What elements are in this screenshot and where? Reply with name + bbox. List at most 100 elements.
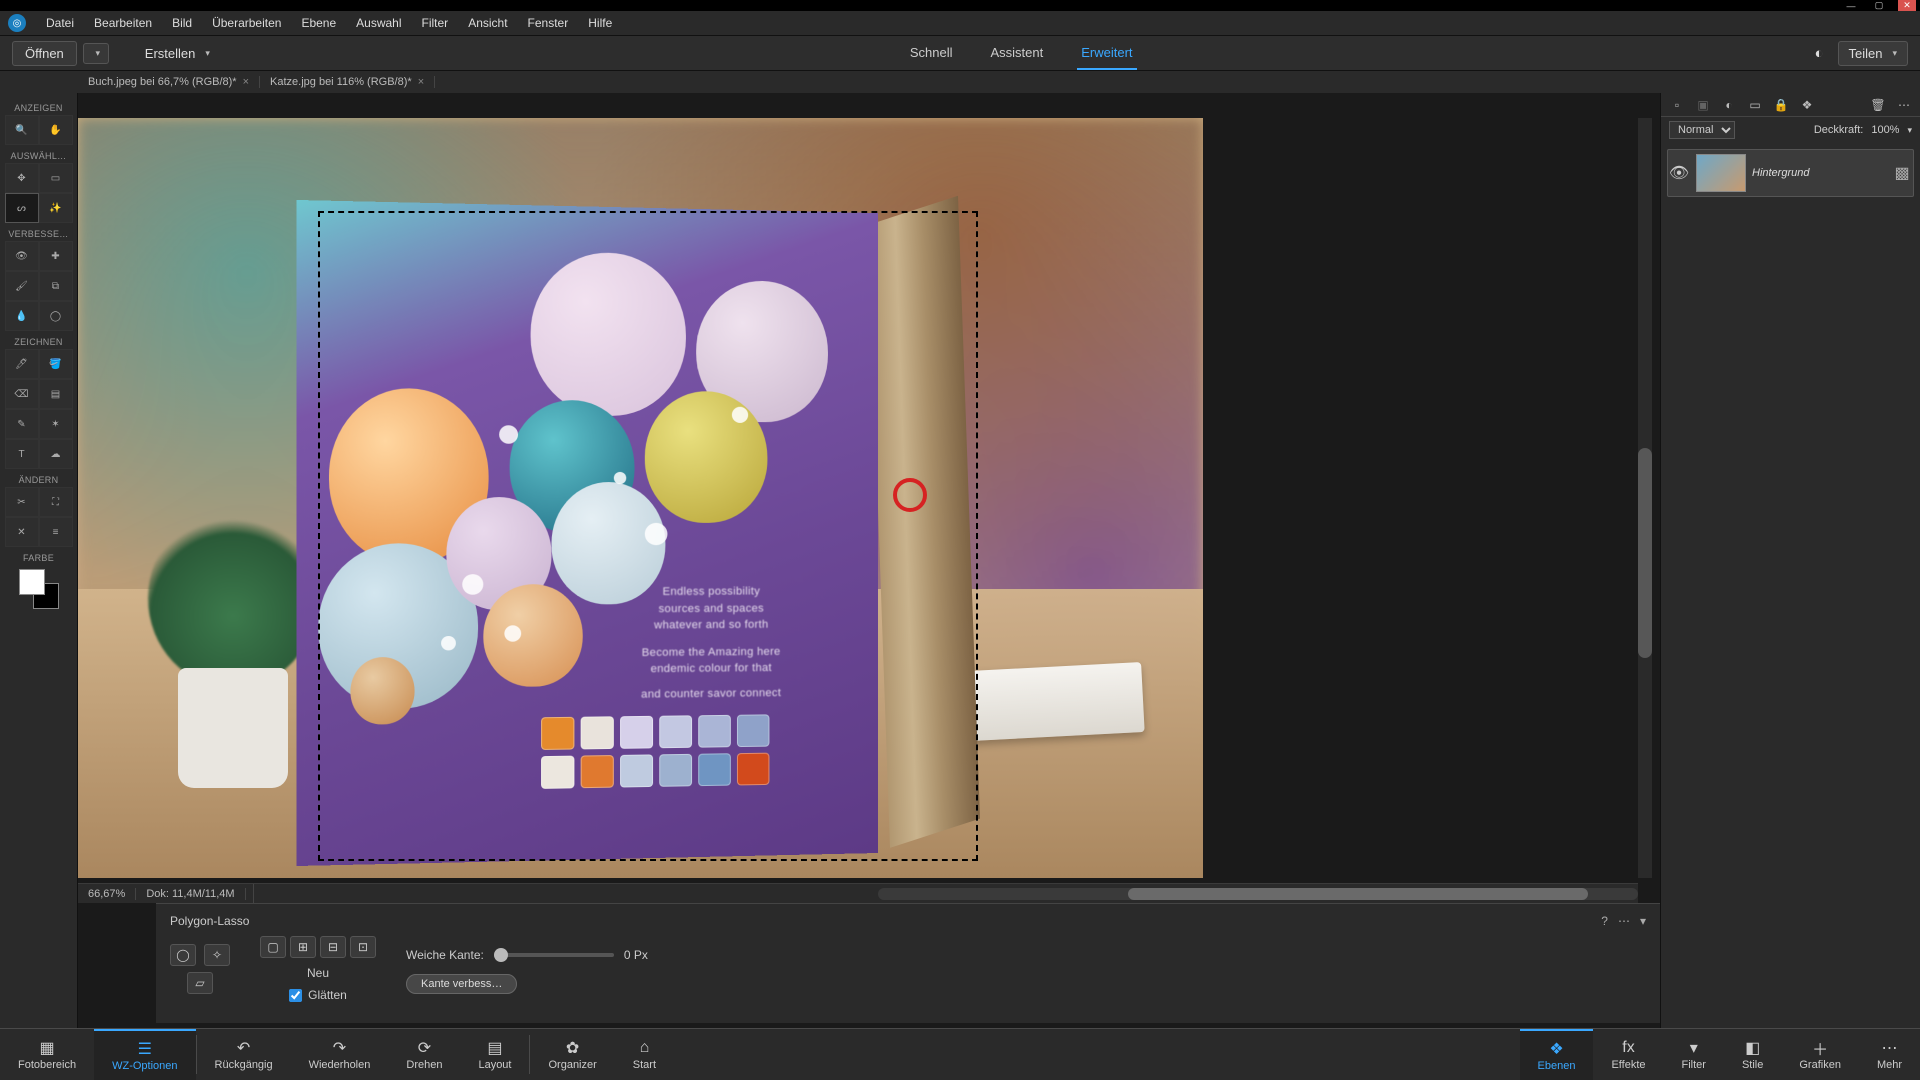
horizontal-scrollbar[interactable] [878,888,1638,900]
document-tab-1[interactable]: Katze.jpg bei 116% (RGB/8)* × [260,76,435,88]
shape-tool[interactable]: ✶ [39,409,73,439]
move-tool[interactable]: ✥ [5,163,39,193]
sponge-tool[interactable]: ◯ [39,301,73,331]
menu-ansicht[interactable]: Ansicht [458,16,517,30]
recompose-tool[interactable]: ⛶ [39,487,73,517]
theme-toggle-icon[interactable]: ◐ [1814,45,1823,62]
lasso-variant-freehand[interactable]: ◯ [170,944,196,966]
close-tab-1-icon[interactable]: × [418,76,424,88]
task-grafiken[interactable]: ＋Grafiken [1781,1029,1859,1080]
help-icon[interactable]: ? [1601,914,1608,928]
custom-shape-tool[interactable]: ☁ [39,439,73,469]
create-dropdown[interactable]: Erstellen [133,42,222,65]
layer-lock-icon[interactable]: ▩ [1891,163,1913,183]
task-layout[interactable]: ▤Layout [460,1029,529,1080]
menu-hilfe[interactable]: Hilfe [578,16,622,30]
antialias-checkbox[interactable]: Glätten [289,988,347,1002]
panel-menu-icon[interactable]: ⋯ [1618,914,1630,928]
blend-mode-select[interactable]: Normal [1669,121,1735,139]
lock-layer-icon[interactable]: 🔒 [1773,97,1789,113]
foreground-color-swatch[interactable] [19,569,45,595]
layer-name[interactable]: Hintergrund [1752,167,1891,179]
task-filter[interactable]: ▾Filter [1664,1029,1724,1080]
pencil-tool[interactable]: ✎ [5,409,39,439]
window-minimize[interactable]: — [1842,0,1860,11]
zoom-tool[interactable]: 🔍 [5,115,39,145]
task-effekte[interactable]: fxEffekte [1593,1029,1663,1080]
redeye-tool[interactable]: 👁 [5,241,39,271]
task-wzoptionen[interactable]: ☰WZ-Optionen [94,1029,195,1080]
selection-new[interactable]: ▢ [260,936,286,958]
open-dropdown[interactable] [83,43,109,64]
adjustment-layer-icon[interactable]: ◐ [1721,97,1737,113]
horizontal-scroll-thumb[interactable] [1128,888,1588,900]
mode-quick[interactable]: Schnell [906,37,957,70]
menu-filter[interactable]: Filter [412,16,459,30]
panel-options-icon[interactable]: ⋯ [1896,97,1912,113]
crop-tool[interactable]: ✂ [5,487,39,517]
delete-layer-icon[interactable]: 🗑 [1870,97,1886,113]
share-button[interactable]: Teilen [1838,41,1909,66]
vertical-scroll-thumb[interactable] [1638,448,1652,658]
open-button[interactable]: Öffnen [12,41,77,66]
refine-edge-button[interactable]: Kante verbess… [406,974,517,994]
window-maximize[interactable]: ▢ [1870,0,1888,11]
layer-row-0[interactable]: 👁 Hintergrund ▩ [1667,149,1914,197]
gradient-tool[interactable]: ▤ [39,379,73,409]
menu-ebene[interactable]: Ebene [291,16,346,30]
document-tab-0[interactable]: Buch.jpeg bei 66,7% (RGB/8)* × [78,76,260,88]
task-ebenen[interactable]: ❖Ebenen [1520,1029,1594,1080]
mode-expert[interactable]: Erweitert [1077,37,1136,70]
collapse-panel-icon[interactable]: ▾ [1640,914,1646,928]
opacity-value[interactable]: 100% [1871,124,1899,136]
task-organizer[interactable]: ✿Organizer [530,1029,614,1080]
hand-tool[interactable]: ✋ [39,115,73,145]
menu-datei[interactable]: Datei [36,16,84,30]
menu-bearbeiten[interactable]: Bearbeiten [84,16,162,30]
link-layers-icon[interactable]: ❖ [1799,97,1815,113]
task-home[interactable]: ⌂Start [615,1029,674,1080]
task-undo[interactable]: ↶Rückgängig [197,1029,291,1080]
window-close[interactable]: ✕ [1898,0,1916,11]
layer-thumbnail[interactable] [1696,154,1746,192]
menu-fenster[interactable]: Fenster [518,16,579,30]
task-fotobereich[interactable]: ▦Fotobereich [0,1029,94,1080]
close-tab-0-icon[interactable]: × [243,76,249,88]
selection-add[interactable]: ⊞ [290,936,316,958]
document-canvas[interactable]: Endless possibility sources and spaces w… [78,118,1203,878]
content-aware-tool[interactable]: ✕ [5,517,39,547]
canvas-area[interactable]: Endless possibility sources and spaces w… [78,93,1660,1080]
blur-tool[interactable]: 💧 [5,301,39,331]
task-redo[interactable]: ↷Wiederholen [291,1029,389,1080]
task-stile[interactable]: ◧Stile [1724,1029,1781,1080]
smart-brush-tool[interactable]: 🖌 [5,271,39,301]
healing-tool[interactable]: ✚ [39,241,73,271]
chevron-down-icon[interactable]: ▾ [1907,125,1912,136]
task-mehr[interactable]: ⋯Mehr [1859,1029,1920,1080]
layer-mask-icon[interactable]: ▭ [1747,97,1763,113]
mode-guided[interactable]: Assistent [986,37,1047,70]
paint-bucket-tool[interactable]: 🪣 [39,349,73,379]
menu-auswahl[interactable]: Auswahl [346,16,411,30]
clone-stamp-tool[interactable]: ⧉ [39,271,73,301]
menu-ueberarbeiten[interactable]: Überarbeiten [202,16,291,30]
lasso-tool[interactable]: ᔕ [5,193,39,223]
marquee-tool[interactable]: ▭ [39,163,73,193]
text-tool[interactable]: T [5,439,39,469]
color-swatches[interactable] [19,569,59,609]
new-layer-icon[interactable]: ▫ [1669,97,1685,113]
selection-subtract[interactable]: ⊟ [320,936,346,958]
straighten-tool[interactable]: ≡ [39,517,73,547]
layer-visibility-icon[interactable]: 👁 [1668,163,1690,183]
zoom-level[interactable]: 66,67% [78,888,136,900]
lasso-variant-polygon[interactable]: ▱ [187,972,213,994]
eraser-tool[interactable]: ⌫ [5,379,39,409]
lasso-variant-magnetic[interactable]: ✧ [204,944,230,966]
selection-intersect[interactable]: ⊡ [350,936,376,958]
brush-tool[interactable]: 🖊 [5,349,39,379]
magic-wand-tool[interactable]: ✨ [39,193,73,223]
vertical-scrollbar[interactable] [1638,118,1652,878]
feather-slider[interactable] [494,953,614,957]
task-rotate[interactable]: ⟳Drehen [388,1029,460,1080]
menu-bild[interactable]: Bild [162,16,202,30]
